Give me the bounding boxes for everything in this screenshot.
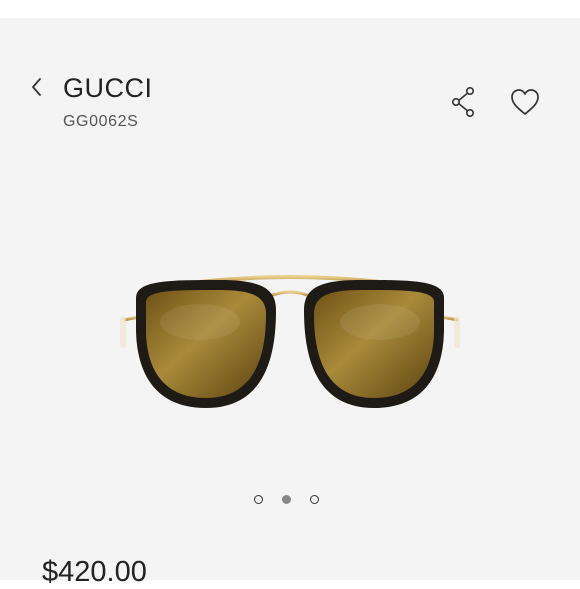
heart-icon xyxy=(511,89,539,115)
gallery-dot[interactable] xyxy=(310,495,319,504)
model-number: GG0062S xyxy=(63,113,139,130)
gallery-dot[interactable] xyxy=(282,495,291,504)
sunglasses-image xyxy=(120,275,460,408)
favorite-button[interactable] xyxy=(508,86,542,118)
product-image[interactable] xyxy=(100,258,480,428)
brand-title: GUCCI xyxy=(63,73,153,103)
chevron-left-icon xyxy=(32,78,41,96)
gallery-pagination xyxy=(250,495,330,509)
product-price: $420.00 xyxy=(42,556,147,588)
share-icon xyxy=(451,86,474,117)
share-button[interactable] xyxy=(449,85,479,119)
product-screen: GUCCI GG0062S $420.00 xyxy=(0,18,580,588)
gallery-dot[interactable] xyxy=(254,495,263,504)
back-button[interactable] xyxy=(26,74,48,100)
